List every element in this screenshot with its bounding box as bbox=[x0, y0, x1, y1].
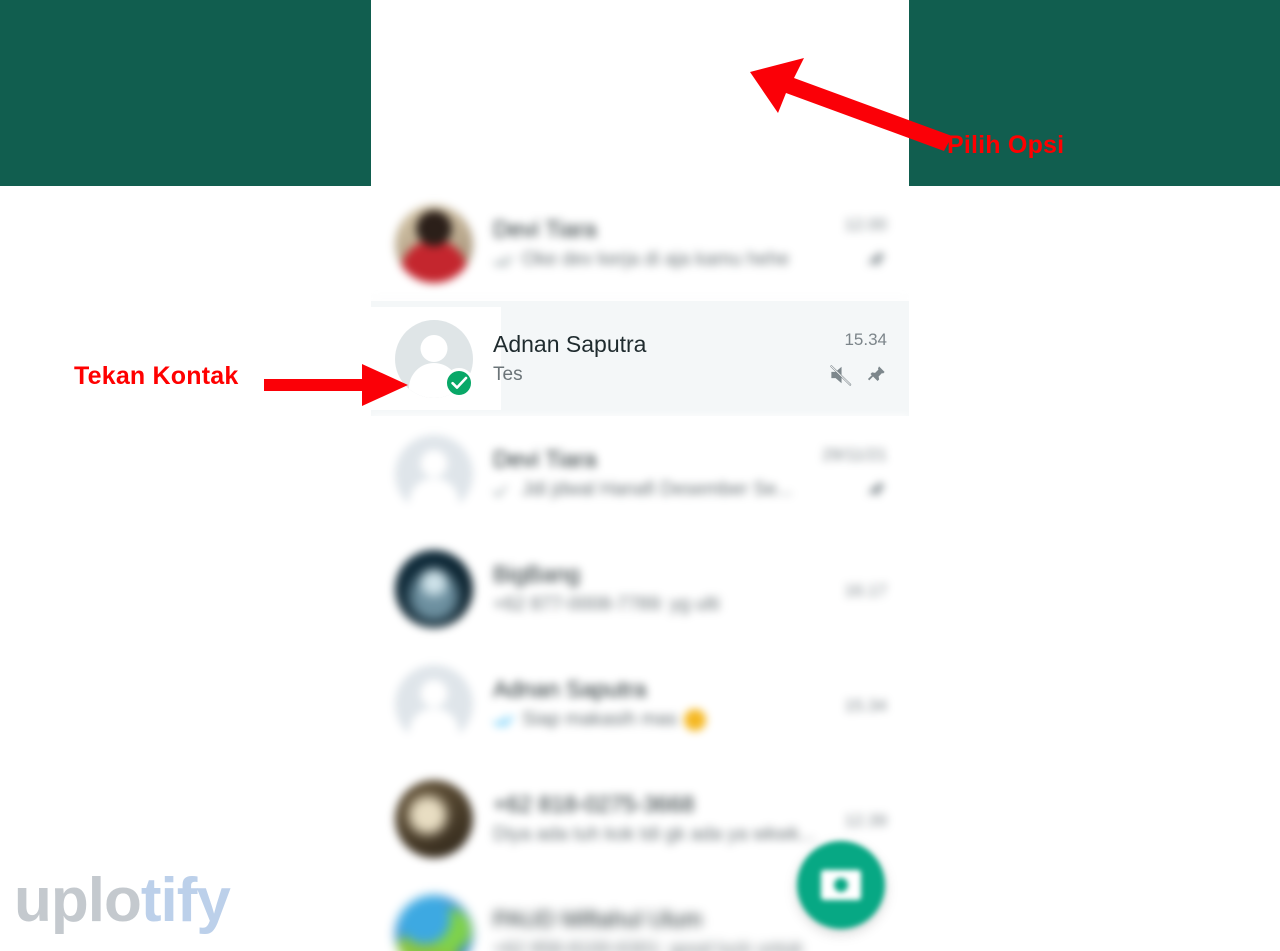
watermark-part-1: uplo bbox=[14, 866, 142, 935]
avatar bbox=[395, 664, 473, 743]
last-message-line: +62 858-8100-6301: good luck untuk bbox=[493, 938, 887, 951]
emoji-icon bbox=[684, 709, 707, 731]
pin-icon bbox=[865, 479, 887, 506]
annotation-arrow-right bbox=[738, 52, 958, 152]
contact-name: Devi Tiara bbox=[493, 446, 597, 472]
last-message-text: Jdi jdwal Hanafi Desember Se... bbox=[522, 479, 793, 500]
muted-icon bbox=[829, 364, 853, 391]
last-message-line: Tes bbox=[493, 363, 829, 387]
chat-list-item[interactable]: BigBang +62 877-0008-7789: yg ulti 16.17 bbox=[371, 531, 909, 646]
chat-badges bbox=[865, 249, 887, 276]
pin-icon bbox=[865, 364, 887, 391]
timestamp: 15.34 bbox=[844, 330, 887, 349]
avatar bbox=[395, 894, 473, 951]
annotation-tekan-kontak: Tekan Kontak bbox=[74, 362, 239, 390]
contact-name: Adnan Saputra bbox=[493, 331, 647, 357]
new-chat-fab[interactable] bbox=[797, 841, 885, 929]
chat-text: Devi Tiara Oke dev kerja di aja kamu heh… bbox=[493, 215, 844, 272]
last-message-line: Jdi jdwal Hanafi Desember Se... bbox=[493, 478, 822, 502]
chat-badges bbox=[829, 364, 887, 391]
pin-icon bbox=[865, 249, 887, 276]
last-message-text: +62 877-0008-7789: yg ulti bbox=[493, 594, 720, 615]
chat-list-item[interactable]: Devi Tiara Jdi jdwal Hanafi Desember Se.… bbox=[371, 416, 909, 531]
chat-meta: 29/11/21 bbox=[822, 433, 887, 515]
chat-meta: 15.34 bbox=[829, 318, 887, 400]
chat-text: Adnan Saputra Siap makasih mas bbox=[493, 675, 844, 732]
delivered-tick-icon bbox=[493, 482, 515, 498]
last-message-text: Oke dev kerja di aja kamu hehe bbox=[522, 249, 790, 270]
delivered-tick-icon bbox=[493, 252, 515, 268]
chat-badges bbox=[865, 479, 887, 506]
screenshot-stage: 1 bbox=[0, 0, 1280, 951]
chat-text: Devi Tiara Jdi jdwal Hanafi Desember Se.… bbox=[493, 445, 822, 502]
chat-list-item[interactable]: Devi Tiara Oke dev kerja di aja kamu heh… bbox=[371, 186, 909, 301]
last-message-line: +62 877-0008-7789: yg ulti bbox=[493, 593, 844, 617]
last-message-text: Diya ada tuh kok tdi gk ada ya wkwk... bbox=[493, 824, 816, 845]
default-avatar-icon bbox=[395, 434, 473, 513]
avatar bbox=[395, 779, 473, 858]
new-chat-icon bbox=[821, 870, 861, 900]
contact-name: Devi Tiara bbox=[493, 216, 597, 242]
chat-list-item-selected[interactable]: Adnan Saputra Tes 15.34 bbox=[371, 301, 909, 416]
selected-check-badge bbox=[444, 367, 474, 398]
avatar bbox=[395, 549, 473, 628]
avatar bbox=[395, 204, 473, 283]
last-message-text: Tes bbox=[493, 364, 523, 385]
avatar bbox=[395, 434, 473, 513]
last-message-line: Oke dev kerja di aja kamu hehe bbox=[493, 248, 844, 272]
watermark-part-2: tify bbox=[140, 866, 231, 935]
chat-meta: 12.00 bbox=[844, 203, 887, 285]
last-message-line: Siap makasih mas bbox=[493, 708, 844, 732]
last-message-text: +62 858-8100-6301: good luck untuk bbox=[493, 939, 804, 951]
chat-list: Devi Tiara Oke dev kerja di aja kamu heh… bbox=[371, 186, 909, 951]
read-tick-icon bbox=[493, 712, 515, 728]
contact-name: BigBang bbox=[493, 561, 580, 587]
timestamp: 12.39 bbox=[844, 810, 887, 830]
timestamp: 29/11/21 bbox=[822, 445, 887, 464]
contact-name: +62 818-0275-3668 bbox=[493, 791, 695, 817]
chat-meta: 15.34 bbox=[844, 663, 887, 745]
chat-text: Adnan Saputra Tes bbox=[493, 330, 829, 387]
contact-name: Adnan Saputra bbox=[493, 676, 647, 702]
last-message-line: Diya ada tuh kok tdi gk ada ya wkwk... bbox=[493, 823, 844, 847]
chat-meta: 16.17 bbox=[844, 548, 887, 630]
last-message-text: Siap makasih mas bbox=[522, 709, 678, 730]
timestamp: 12.00 bbox=[844, 215, 887, 234]
chat-list-item[interactable]: Adnan Saputra Siap makasih mas 15.34 bbox=[371, 646, 909, 761]
timestamp: 15.34 bbox=[844, 695, 887, 715]
chat-text: BigBang +62 877-0008-7789: yg ulti bbox=[493, 560, 844, 617]
timestamp: 16.17 bbox=[844, 580, 887, 600]
annotation-arrow-left bbox=[262, 352, 412, 418]
chat-text: +62 818-0275-3668 Diya ada tuh kok tdi g… bbox=[493, 790, 844, 847]
uplotify-watermark: uplotify bbox=[14, 865, 231, 936]
annotation-pilih-opsi: Pilih Opsi bbox=[947, 131, 1065, 159]
default-avatar-icon bbox=[395, 664, 473, 743]
